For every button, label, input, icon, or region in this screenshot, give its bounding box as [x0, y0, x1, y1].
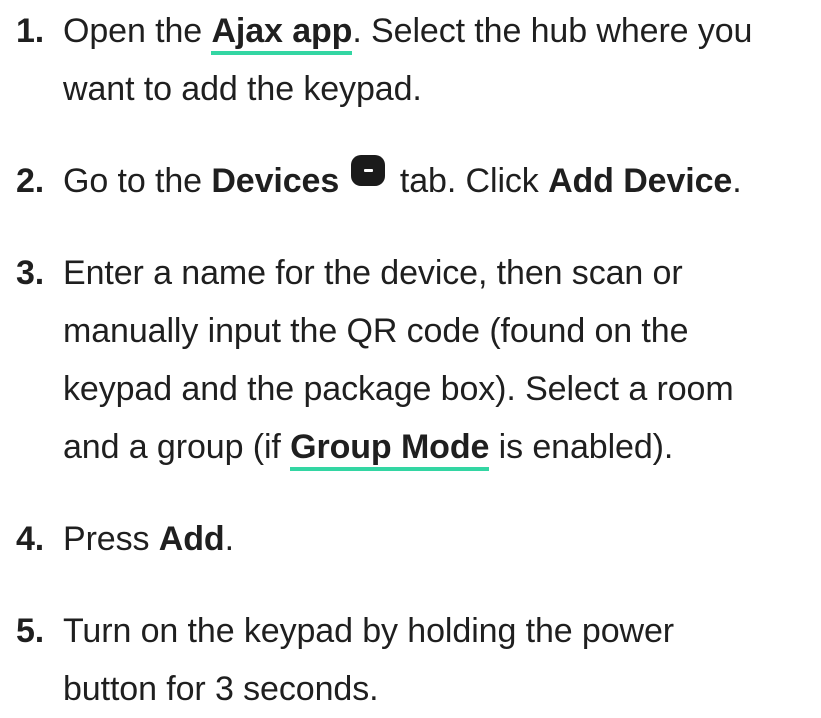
- add-device-label: Add Device: [548, 162, 733, 200]
- add-label: Add: [158, 520, 225, 558]
- step-text: .: [732, 162, 742, 200]
- step-text: want to add the keypad.: [63, 70, 422, 108]
- instruction-steps: 1. Open the Ajax app. Select the hub whe…: [0, 2, 821, 718]
- step-text: Turn on the keypad by holding the power: [63, 612, 675, 650]
- step-number: 4.: [16, 520, 45, 558]
- step-2: 2. Go to the Devices tab. Click Add Devi…: [0, 152, 821, 210]
- step-number: 1.: [16, 12, 45, 50]
- step-number: 5.: [16, 612, 45, 650]
- step-text: .: [224, 520, 234, 558]
- step-text: Enter a name for the device, then scan o…: [63, 254, 683, 292]
- step-number: 2.: [16, 162, 45, 200]
- step-text: Open the: [63, 12, 212, 50]
- step-text: . Select the hub where you: [352, 12, 753, 50]
- step-text: button for 3 seconds.: [63, 670, 379, 708]
- step-text: tab. Click: [390, 162, 549, 200]
- step-text: Press: [63, 520, 159, 558]
- step-3: 3. Enter a name for the device, then sca…: [0, 244, 821, 476]
- step-1: 1. Open the Ajax app. Select the hub whe…: [0, 2, 821, 118]
- step-number: 3.: [16, 254, 45, 292]
- step-text: manually input the QR code (found on the: [63, 312, 689, 350]
- step-5: 5. Turn on the keypad by holding the pow…: [0, 602, 821, 718]
- step-text: Go to the: [63, 162, 212, 200]
- devices-tab-icon: [350, 155, 385, 186]
- group-mode-link[interactable]: Group Mode: [290, 428, 489, 471]
- step-text: and a group (if: [63, 428, 291, 466]
- step-text: is enabled).: [489, 428, 674, 466]
- ajax-app-link[interactable]: Ajax app: [211, 12, 352, 55]
- devices-label: Devices: [211, 162, 340, 200]
- step-4: 4. Press Add.: [0, 510, 821, 568]
- step-text: keypad and the package box). Select a ro…: [63, 370, 734, 408]
